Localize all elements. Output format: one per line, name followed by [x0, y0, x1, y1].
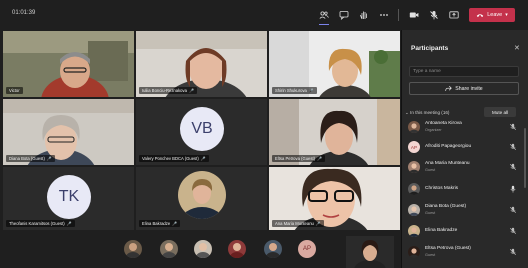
avatar: [408, 183, 420, 195]
avatar: [408, 246, 420, 258]
mic-icon: 🎤: [66, 221, 72, 226]
people-icon[interactable]: [318, 9, 330, 25]
close-icon[interactable]: ✕: [514, 44, 520, 52]
mic-off-icon[interactable]: [509, 163, 517, 171]
share-invite-label: Share invite: [455, 85, 483, 92]
mic-icon[interactable]: [509, 185, 517, 193]
avatar[interactable]: [264, 240, 282, 258]
video-tile-ana-maria[interactable]: Ana Maria Munteanu 🎤: [269, 167, 400, 230]
leave-button[interactable]: Leave ▾: [469, 8, 515, 22]
participant-nametag: Eltsa Petrova (Guest) 🎤: [272, 155, 326, 162]
participant-row[interactable]: Christos Makris: [408, 181, 520, 199]
participant-row[interactable]: Diana Bota (Guest) Guest: [408, 202, 520, 220]
mic-icon: 🎤: [308, 88, 314, 93]
participant-row[interactable]: Antoaneta Kirova Organizer: [408, 119, 520, 137]
meeting-toolbar: 01:01:39 Leave ▾: [0, 0, 528, 30]
avatar: TK: [47, 175, 91, 219]
avatar: AP: [408, 141, 420, 153]
teams-meeting-window: 01:01:39 Leave ▾ Victor Iuliia Bonciu-Re…: [0, 0, 528, 268]
share-invite-button[interactable]: Share invite: [409, 82, 519, 95]
panel-title: Participants: [411, 45, 449, 52]
avatar: [408, 225, 420, 237]
avatar: [408, 204, 420, 216]
mic-icon: 🎤: [172, 221, 178, 226]
video-tile-theofanis[interactable]: TK Theofanis Karamitsos (Guest) 🎤: [3, 167, 134, 230]
more-icon[interactable]: [378, 9, 390, 21]
mic-off-icon[interactable]: [509, 227, 517, 235]
video-tile-valery[interactable]: VB Valery Ponchev BDCA (Guest) 🎤: [136, 99, 267, 165]
avatar[interactable]: [124, 240, 142, 258]
phone-icon: [477, 14, 484, 17]
participant-nametag: Elina Bakradze 🎤: [139, 220, 181, 227]
participant-nametag: Iuliia Bonciu-Reznakova 🎤: [139, 87, 197, 94]
participant-nametag: Shirin Shukurova 🎤: [272, 87, 317, 94]
meeting-timer: 01:01:39: [12, 10, 36, 16]
video-tile-victor[interactable]: Victor: [3, 31, 134, 97]
avatar: [408, 161, 420, 173]
avatar[interactable]: [194, 240, 212, 258]
camera-icon[interactable]: [408, 9, 420, 21]
participant-row[interactable]: AP Afroditi Papageorgiou: [408, 139, 520, 157]
mute-all-button[interactable]: Mute all: [484, 107, 516, 117]
participant-row[interactable]: Elina Bakradze: [408, 223, 520, 241]
video-tile-shirin[interactable]: Shirin Shukurova 🎤: [269, 31, 400, 97]
search-input[interactable]: Type a name: [409, 66, 519, 77]
participant-nametag: Valery Ponchev BDCA (Guest) 🎤: [139, 155, 209, 162]
participant-video: [3, 31, 134, 97]
chat-icon[interactable]: [338, 9, 350, 21]
avatar: VB: [180, 107, 224, 151]
chevron-down-icon: ▾: [505, 12, 508, 18]
participant-row[interactable]: Eltsa Petrova (Guest) Guest: [408, 244, 520, 262]
participant-nametag: Theofanis Karamitsos (Guest) 🎤: [6, 220, 75, 227]
participant-nametag: Diana Bota (Guest) 🎤: [6, 155, 55, 162]
share-screen-icon[interactable]: [448, 9, 460, 21]
video-tile-iuliia[interactable]: Iuliia Bonciu-Reznakova 🎤: [136, 31, 267, 97]
in-meeting-section-header[interactable]: ⌄ In this meeting (16): [405, 110, 449, 116]
mic-off-icon[interactable]: [509, 123, 517, 131]
participant-nametag: Victor: [6, 87, 23, 94]
avatar[interactable]: AP: [298, 240, 316, 258]
toolbar-divider: [398, 9, 399, 21]
share-icon: [445, 85, 453, 91]
mic-icon: 🎤: [188, 88, 194, 93]
participant-row[interactable]: Ana Maria Munteanu Guest: [408, 159, 520, 177]
avatar[interactable]: [228, 240, 246, 258]
video-tile-diana[interactable]: Diana Bota (Guest) 🎤: [3, 99, 134, 165]
panel-scrollbar[interactable]: [524, 128, 526, 188]
mic-icon: 🎤: [46, 156, 52, 161]
avatar: [408, 121, 420, 133]
participant-nametag: Ana Maria Munteanu 🎤: [272, 220, 324, 227]
avatar[interactable]: [160, 240, 178, 258]
leave-label: Leave: [487, 12, 503, 18]
mic-icon: 🎤: [315, 221, 321, 226]
mic-off-icon[interactable]: [509, 143, 517, 151]
video-tile-elina[interactable]: Elina Bakradze 🎤: [136, 167, 267, 230]
mic-off-icon[interactable]: [509, 206, 517, 214]
mic-icon: 🎤: [200, 156, 206, 161]
mic-off-icon[interactable]: [509, 248, 517, 256]
mic-icon: 🎤: [317, 156, 323, 161]
video-tile-eltsa[interactable]: Eltsa Petrova (Guest) 🎤: [269, 99, 400, 165]
self-preview-video[interactable]: [346, 236, 394, 268]
raise-hand-icon[interactable]: [358, 9, 370, 21]
mic-off-icon[interactable]: [428, 9, 440, 21]
